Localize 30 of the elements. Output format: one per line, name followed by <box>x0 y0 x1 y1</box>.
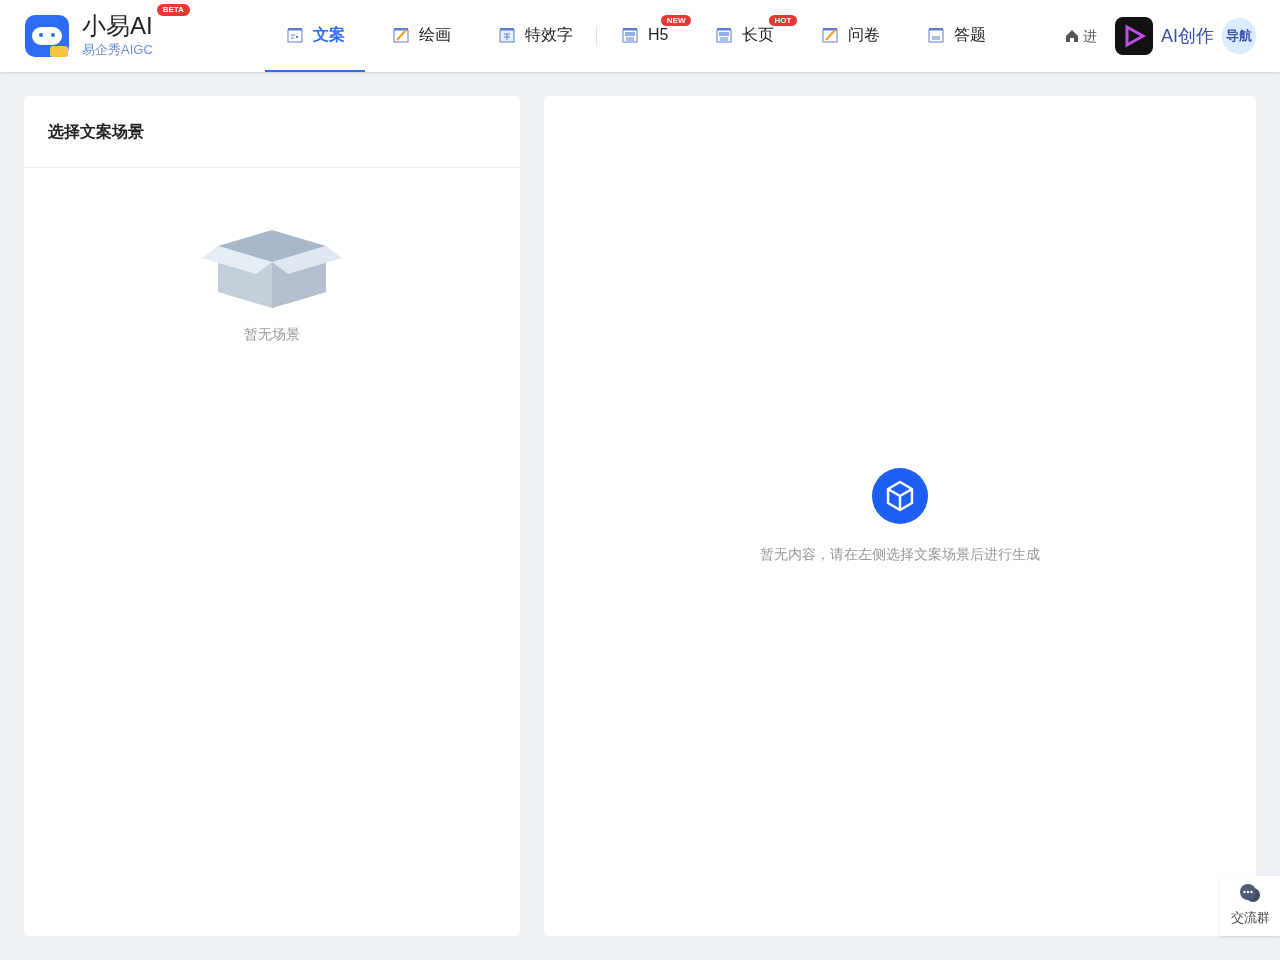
nav-badge: NEW <box>660 15 692 26</box>
empty-text: 暂无场景 <box>244 325 300 344</box>
nav-tab[interactable]: 答题 <box>906 0 1007 72</box>
document-icon <box>391 25 411 45</box>
chat-group-button[interactable]: 交流群 <box>1220 876 1280 936</box>
document-icon <box>497 25 517 45</box>
document-icon <box>820 25 841 45</box>
document-icon <box>714 25 735 45</box>
nav-badge: HOT <box>768 15 798 26</box>
nav-tab[interactable]: 文案 <box>265 0 365 72</box>
cube-icon <box>872 467 928 524</box>
document-icon <box>926 25 947 45</box>
chat-icon <box>1239 884 1261 905</box>
beta-badge: BETA <box>156 4 190 17</box>
nav-tab[interactable]: 绘画 <box>371 0 471 72</box>
empty-text: 暂无内容，请在左侧选择文案场景后进行生成 <box>760 544 1040 564</box>
overlay-logo-subtext: 导航 <box>1222 18 1256 54</box>
enter-link[interactable]: 进 <box>1083 25 1115 47</box>
panel-title: 选择文案场景 <box>48 121 144 142</box>
overlay-logo[interactable]: AI创作 导航 <box>1115 17 1256 55</box>
document-icon <box>620 25 640 45</box>
home-icon <box>1065 29 1079 43</box>
brand-name: 小易AI <box>82 12 153 41</box>
app-logo-icon <box>1115 17 1153 55</box>
document-icon <box>285 25 305 45</box>
overlay-logo-text: AI创作 <box>1161 24 1214 48</box>
nav-tab[interactable]: 问卷 <box>800 0 901 72</box>
robot-logo-icon <box>24 13 70 59</box>
brand-subtitle: 易企秀AIGC <box>82 41 154 60</box>
nav-tab[interactable]: 特效字 <box>477 0 593 72</box>
